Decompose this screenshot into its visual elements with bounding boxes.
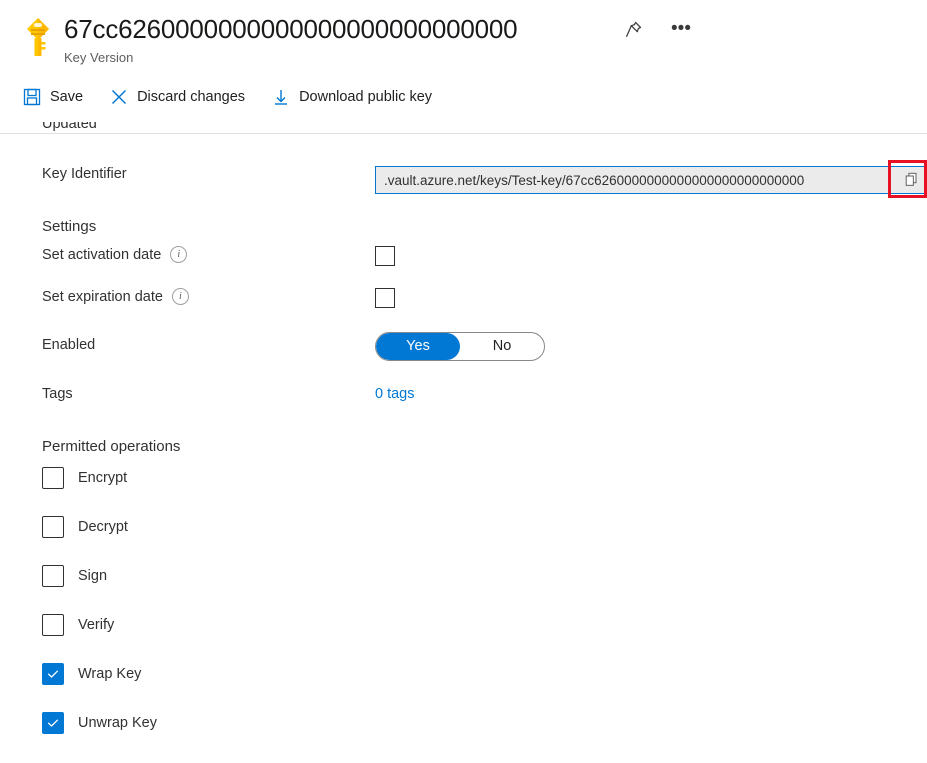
set-activation-date-row: Set activation date i	[42, 246, 927, 266]
updated-row-clipped: Updated	[0, 122, 927, 136]
permitted-operations-section: Permitted operations Encrypt Decrypt Sig…	[42, 438, 927, 734]
discard-changes-button[interactable]: Discard changes	[109, 84, 257, 111]
enabled-label: Enabled	[42, 337, 96, 353]
save-button-label: Save	[50, 89, 84, 105]
operation-item-encrypt[interactable]: Encrypt	[42, 467, 927, 489]
set-expiration-date-label: Set expiration date	[42, 288, 163, 305]
set-activation-date-label-group: Set activation date i	[42, 246, 375, 263]
encrypt-label: Encrypt	[78, 470, 128, 486]
operation-item-wrap-key[interactable]: Wrap Key	[42, 663, 927, 685]
close-x-icon	[109, 88, 128, 107]
decrypt-label: Decrypt	[78, 519, 128, 535]
copy-to-clipboard-button[interactable]	[897, 166, 927, 194]
set-activation-date-field	[375, 246, 927, 266]
tags-link[interactable]: 0 tags	[375, 386, 415, 402]
set-expiration-date-label-group: Set expiration date i	[42, 288, 375, 305]
settings-heading: Settings	[42, 218, 97, 235]
tags-field: 0 tags	[375, 386, 927, 402]
encrypt-checkbox[interactable]	[42, 467, 64, 489]
download-public-key-label: Download public key	[299, 89, 433, 105]
wrap-key-checkbox[interactable]	[42, 663, 64, 685]
settings-section: Settings	[42, 218, 927, 235]
tags-row: Tags 0 tags	[42, 386, 927, 402]
key-identifier-label: Key Identifier	[42, 166, 127, 182]
operation-item-unwrap-key[interactable]: Unwrap Key	[42, 712, 927, 734]
operation-item-verify[interactable]: Verify	[42, 614, 927, 636]
pin-icon[interactable]	[620, 16, 646, 42]
header-actions: •••	[620, 16, 694, 50]
key-identifier-row: Key Identifier	[42, 160, 927, 198]
info-icon[interactable]: i	[170, 246, 188, 263]
page-subtitle: Key Version	[64, 50, 134, 65]
decrypt-checkbox[interactable]	[42, 516, 64, 538]
enabled-field: Yes No	[375, 332, 927, 361]
operation-item-sign[interactable]: Sign	[42, 565, 927, 587]
sign-label: Sign	[78, 568, 108, 584]
download-public-key-button[interactable]: Download public key	[271, 84, 444, 111]
key-icon	[16, 14, 60, 60]
download-icon	[271, 88, 290, 107]
save-icon	[22, 88, 41, 107]
key-identifier-input-group	[375, 160, 927, 198]
set-expiration-date-row: Set expiration date i	[42, 288, 927, 308]
key-identifier-input[interactable]	[375, 166, 897, 194]
copy-icon	[905, 172, 916, 186]
save-button[interactable]: Save	[22, 84, 95, 111]
set-activation-date-checkbox[interactable]	[375, 246, 395, 266]
enabled-toggle-no[interactable]: No	[460, 333, 544, 360]
permitted-operations-list: Encrypt Decrypt Sign Verify Wrap Key Unw…	[42, 467, 927, 734]
checkmark-icon	[47, 670, 59, 678]
set-expiration-date-checkbox[interactable]	[375, 288, 395, 308]
info-icon[interactable]: i	[171, 288, 189, 305]
unwrap-key-checkbox[interactable]	[42, 712, 64, 734]
divider	[0, 133, 927, 134]
enabled-toggle[interactable]: Yes No	[375, 332, 545, 361]
more-options-icon[interactable]: •••	[668, 16, 694, 50]
operation-item-decrypt[interactable]: Decrypt	[42, 516, 927, 538]
tags-label: Tags	[42, 386, 73, 402]
checkmark-icon	[47, 719, 59, 727]
wrap-key-label: Wrap Key	[78, 666, 142, 682]
discard-changes-label: Discard changes	[137, 89, 246, 105]
enabled-toggle-yes[interactable]: Yes	[376, 333, 460, 360]
permitted-operations-heading: Permitted operations	[42, 438, 181, 455]
set-expiration-date-field	[375, 288, 927, 308]
enabled-row: Enabled Yes No	[42, 332, 927, 361]
unwrap-key-label: Unwrap Key	[78, 715, 157, 731]
key-identifier-field	[375, 160, 927, 198]
title-block: 67cc6260000000000000000000000000 Key Ver…	[64, 14, 927, 67]
sign-checkbox[interactable]	[42, 565, 64, 587]
updated-label: Updated	[42, 122, 97, 132]
set-activation-date-label: Set activation date	[42, 246, 162, 263]
command-bar: Save Discard changes Download public key	[0, 78, 927, 116]
page-title: 67cc6260000000000000000000000000	[64, 14, 518, 44]
verify-checkbox[interactable]	[42, 614, 64, 636]
verify-label: Verify	[78, 617, 115, 633]
page-header: 67cc6260000000000000000000000000 Key Ver…	[0, 0, 927, 76]
form-content: Updated Key Identifier Settings S	[0, 122, 927, 734]
